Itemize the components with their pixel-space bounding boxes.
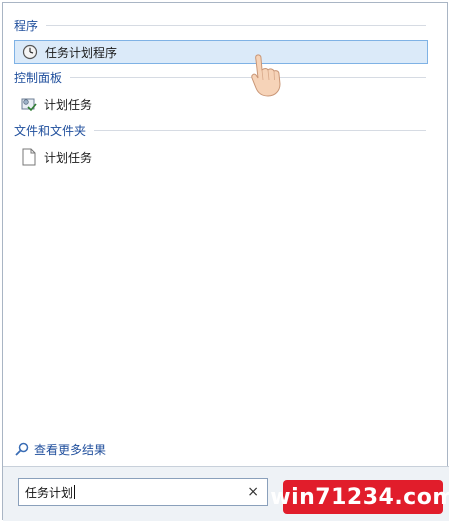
section-header-programs: 程序 xyxy=(14,17,426,33)
section-title: 控制面板 xyxy=(14,70,63,85)
search-icon xyxy=(14,441,30,457)
see-more-results-link[interactable]: 查看更多结果 xyxy=(14,440,106,458)
text-caret xyxy=(74,485,76,499)
result-label: 计划任务 xyxy=(44,150,93,165)
result-item-scheduled-tasks-file[interactable]: 计划任务 xyxy=(14,145,428,169)
section-title: 文件和文件夹 xyxy=(14,123,87,138)
section-header-control-panel: 控制面板 xyxy=(14,69,426,85)
see-more-label: 查看更多结果 xyxy=(34,442,107,457)
search-input-value: 任务计划 xyxy=(25,485,74,500)
clock-icon xyxy=(21,43,39,61)
search-input[interactable]: 任务计划 × xyxy=(18,478,268,506)
section-divider xyxy=(94,129,426,131)
result-label: 任务计划程序 xyxy=(45,45,118,60)
section-header-files-folders: 文件和文件夹 xyxy=(14,122,426,138)
section-title: 程序 xyxy=(14,18,39,33)
result-item-scheduled-tasks-control-panel[interactable]: 计划任务 xyxy=(14,92,428,116)
watermark-logo: win71234.com xyxy=(270,480,452,514)
result-label: 计划任务 xyxy=(44,97,93,112)
control-panel-icon xyxy=(20,95,38,113)
document-icon xyxy=(20,148,38,166)
result-item-task-scheduler[interactable]: 任务计划程序 xyxy=(14,40,428,64)
hand-pointer-icon xyxy=(251,54,281,97)
clear-search-button[interactable]: × xyxy=(247,484,259,500)
section-divider xyxy=(46,24,426,26)
